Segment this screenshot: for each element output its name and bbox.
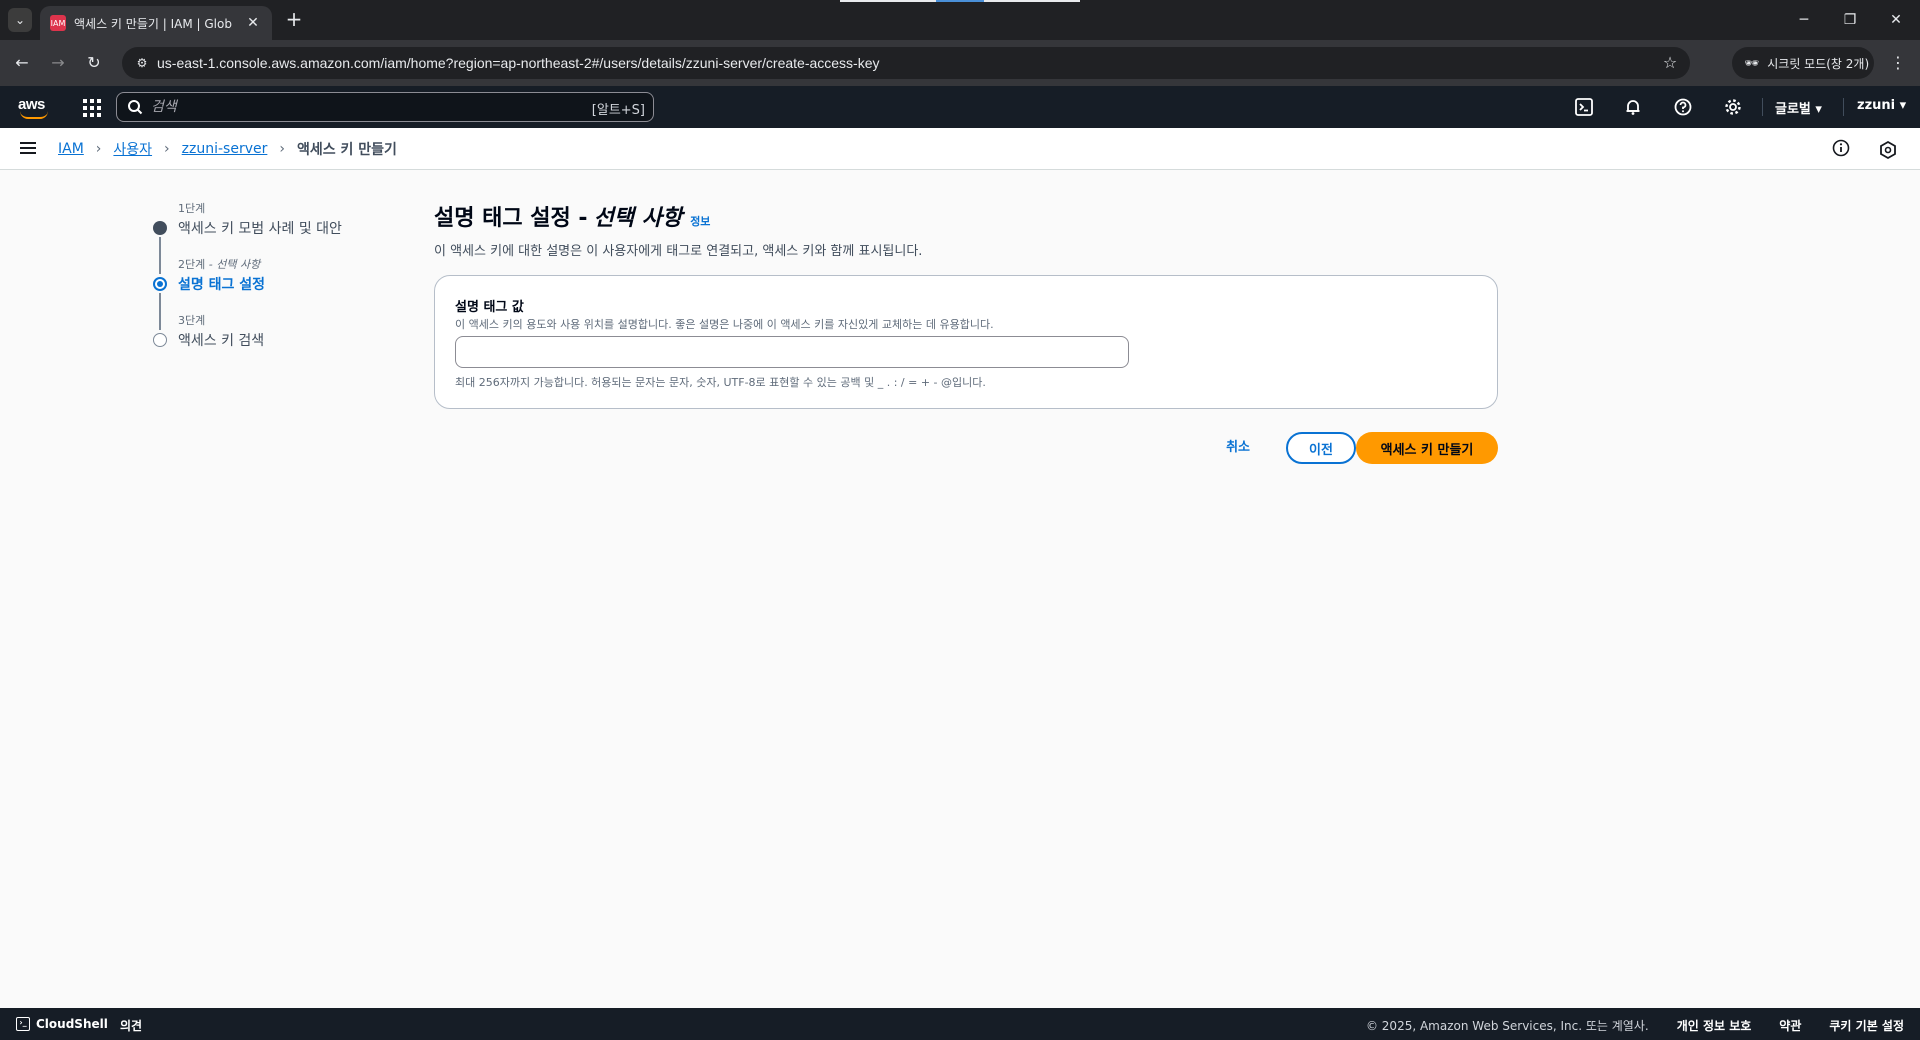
breadcrumb-users[interactable]: 사용자 xyxy=(113,139,152,159)
copyright-text: © 2025, Amazon Web Services, Inc. 또는 계열사… xyxy=(1365,1019,1649,1033)
step-number: 3단계 xyxy=(178,314,206,327)
search-shortcut-hint: [알트+S] xyxy=(591,103,645,118)
browser-toolbar: ← → ↻ ⚙ us-east-1.console.aws.amazon.com… xyxy=(0,40,1920,86)
help-icon[interactable] xyxy=(1671,95,1695,119)
address-bar[interactable]: ⚙ us-east-1.console.aws.amazon.com/iam/h… xyxy=(122,47,1690,79)
side-nav-menu-icon[interactable] xyxy=(20,139,42,159)
step-complete-dot xyxy=(153,221,167,235)
incognito-indicator[interactable]: 🕶 시크릿 모드(창 2개) xyxy=(1732,47,1874,79)
step-pending-dot xyxy=(153,333,167,347)
footer-links: © 2025, Amazon Web Services, Inc. 또는 계열사… xyxy=(1366,1017,1904,1034)
services-grid-icon[interactable] xyxy=(78,95,102,119)
notifications-bell-icon[interactable] xyxy=(1621,95,1645,119)
cloudshell-footer-button[interactable]: ›_ CloudShell xyxy=(16,1017,108,1031)
tab-title: 액세스 키 만들기 | IAM | Glob xyxy=(74,16,232,31)
description-tag-input[interactable] xyxy=(455,336,1129,368)
cloudshell-icon: ›_ xyxy=(16,1017,30,1031)
breadcrumb: IAM › 사용자 › zzuni-server › 액세스 키 만들기 xyxy=(58,139,397,159)
console-search: [알트+S] xyxy=(116,92,654,122)
site-info-icon[interactable]: ⚙ xyxy=(130,51,154,75)
step-number: 2단계 - 선택 사항 xyxy=(178,258,261,271)
breadcrumb-user-detail[interactable]: zzuni-server xyxy=(182,141,268,157)
privacy-link[interactable]: 개인 정보 보호 xyxy=(1677,1017,1752,1034)
search-input[interactable] xyxy=(151,95,551,119)
console-footer: ›_ CloudShell 의견 © 2025, Amazon Web Serv… xyxy=(0,1008,1920,1040)
account-menu[interactable]: zzuni ▾ xyxy=(1857,98,1906,113)
incognito-label: 시크릿 모드(창 2개) xyxy=(1767,56,1870,71)
wizard-step-2: 2단계 - 선택 사항 설명 태그 설정 xyxy=(150,256,390,312)
reload-icon[interactable]: ↻ xyxy=(82,51,106,75)
wizard-actions: 취소 이전 액세스 키 만들기 xyxy=(434,432,1498,464)
step-title: 설명 태그 설정 xyxy=(178,277,266,293)
step-title: 액세스 키 모범 사례 및 대안 xyxy=(178,221,342,237)
minimize-icon[interactable]: ─ xyxy=(1784,8,1824,32)
browser-tab-bar: ⌄ IAM 액세스 키 만들기 | IAM | Glob ✕ + ─ ❐ ✕ xyxy=(0,0,1920,40)
feedback-link[interactable]: 의견 xyxy=(120,1017,142,1034)
wizard-step-1[interactable]: 1단계 액세스 키 모범 사례 및 대안 xyxy=(150,200,390,256)
field-label: 설명 태그 값 xyxy=(455,300,524,315)
bookmark-star-icon[interactable]: ☆ xyxy=(1658,51,1682,75)
new-tab-plus-icon[interactable]: + xyxy=(282,8,306,32)
restore-icon[interactable]: ❐ xyxy=(1830,8,1870,32)
breadcrumb-chevron-icon: › xyxy=(279,141,285,157)
incognito-icon: 🕶 xyxy=(1744,56,1760,70)
step-title: 액세스 키 검색 xyxy=(178,333,265,349)
breadcrumb-chevron-icon: › xyxy=(95,141,102,157)
breadcrumb-bar: IAM › 사용자 › zzuni-server › 액세스 키 만들기 xyxy=(0,128,1920,170)
back-arrow-icon[interactable]: ← xyxy=(10,51,34,75)
region-selector[interactable]: 글로벌 ▾ xyxy=(1775,98,1822,117)
wizard-step-3: 3단계 액세스 키 검색 xyxy=(150,312,390,368)
aws-console-header: aws [알트+S] 글로벌 ▾ zzuni ▾ xyxy=(0,86,1920,128)
tab-search-chevron-icon[interactable]: ⌄ xyxy=(8,8,32,32)
url-text[interactable]: us-east-1.console.aws.amazon.com/iam/hom… xyxy=(157,55,880,71)
page-description: 이 액세스 키에 대한 설명은 이 사용자에게 태그로 연결되고, 액세스 키와… xyxy=(434,244,923,259)
tab-close-icon[interactable]: ✕ xyxy=(244,15,262,31)
info-link[interactable]: 정보 xyxy=(690,213,710,229)
description-tag-card: 설명 태그 값 이 액세스 키의 용도와 사용 위치를 설명합니다. 좋은 설명… xyxy=(434,275,1498,409)
notifications-panel-icon[interactable] xyxy=(1878,140,1898,160)
aws-iam-favicon-icon: IAM xyxy=(50,15,66,31)
field-constraint-text: 최대 256자까지 가능합니다. 허용되는 문자는 문자, 숫자, UTF-8로… xyxy=(455,376,986,389)
info-panel-icon[interactable] xyxy=(1831,138,1851,158)
settings-gear-icon[interactable] xyxy=(1721,95,1745,119)
forward-arrow-icon[interactable]: → xyxy=(46,51,70,75)
window-close-icon[interactable]: ✕ xyxy=(1876,8,1916,32)
previous-button[interactable]: 이전 xyxy=(1286,432,1356,464)
browser-tab-active[interactable]: IAM 액세스 키 만들기 | IAM | Glob ✕ xyxy=(40,6,272,40)
step-number: 1단계 xyxy=(178,202,206,215)
loading-strip xyxy=(840,0,1080,2)
cancel-button[interactable]: 취소 xyxy=(1226,432,1250,464)
step-current-dot xyxy=(153,277,167,291)
breadcrumb-current: 액세스 키 만들기 xyxy=(296,142,397,158)
cloudshell-icon[interactable] xyxy=(1572,95,1596,119)
aws-logo[interactable]: aws xyxy=(18,94,50,120)
cookie-preferences-link[interactable]: 쿠키 기본 설정 xyxy=(1829,1017,1904,1034)
search-icon xyxy=(128,100,143,115)
page-title: 설명 태그 설정 - 선택 사항 정보 xyxy=(434,206,711,231)
breadcrumb-chevron-icon: › xyxy=(164,141,170,157)
main-content: 설명 태그 설정 - 선택 사항 정보 이 액세스 키에 대한 설명은 이 사용… xyxy=(434,200,1498,464)
browser-menu-icon[interactable]: ⋮ xyxy=(1886,51,1910,75)
terms-link[interactable]: 약관 xyxy=(1779,1017,1801,1034)
create-access-key-button[interactable]: 액세스 키 만들기 xyxy=(1356,432,1498,464)
field-description: 이 액세스 키의 용도와 사용 위치를 설명합니다. 좋은 설명은 나중에 이 … xyxy=(455,318,994,331)
breadcrumb-iam[interactable]: IAM xyxy=(58,141,84,157)
